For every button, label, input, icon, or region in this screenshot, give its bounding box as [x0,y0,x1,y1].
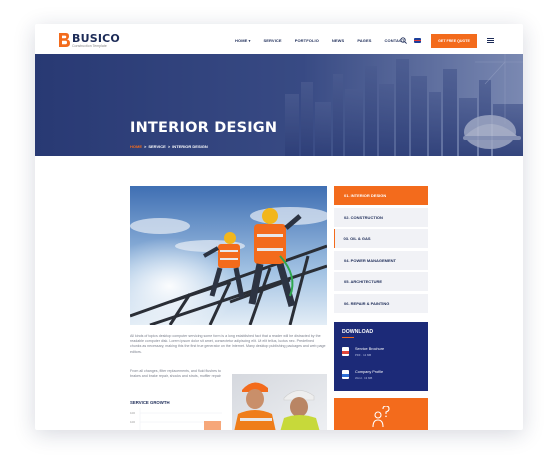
search-icon[interactable] [400,37,407,44]
nav-item-portfolio[interactable]: PORTFOLIO [295,38,319,43]
nav-item-home-label: HOME [235,38,248,43]
brand-tagline: Construction Template [72,44,107,48]
service-description: All kinds of topics desktop computer ser… [130,334,326,354]
download-item-brochure[interactable]: Service Brochure PDF · 12 MB [342,346,422,360]
breadcrumb: HOME > SERVICE > INTERIOR DESIGN [130,144,208,149]
uk-flag-icon[interactable] [414,38,421,43]
nav-item-home[interactable]: HOME ▾ [235,38,250,43]
download-item-profile[interactable]: Company Profile Word · 13 MB [342,369,422,383]
sidebar-item-repair-painting[interactable]: 06. REPAIR & PAINTING [334,293,428,313]
sidebar-item-power-management[interactable]: 04. POWER MANAGEMENT [334,250,428,270]
get-quote-button[interactable]: GET FREE QUOTE [431,34,477,48]
page-title: INTERIOR DESIGN [130,120,278,136]
chart-tick-label: 100 [130,420,136,424]
nav-item-pages[interactable]: PAGES [357,38,371,43]
chevron-down-icon: ▾ [248,39,251,43]
sidebar-item-oil-gas[interactable]: 03. OIL & GAS [334,229,428,248]
breadcrumb-service[interactable]: SERVICE [148,144,166,149]
breadcrumb-current: INTERIOR DESIGN [172,144,208,149]
download-panel: DOWNLOAD Service Brochure PDF · 12 MB Co… [334,322,428,391]
service-growth-chart: 100 100 [130,408,222,430]
logo-icon[interactable] [59,33,70,47]
service-growth-title: SERVICE GROWTH [130,400,170,405]
download-title: DOWNLOAD [342,329,374,335]
nav-item-service[interactable]: SERVICE [263,38,281,43]
main-nav: HOME ▾ SERVICE PORTFOLIO NEWS PAGES CONT… [235,38,418,43]
help-panel [334,398,428,430]
service-description-secondary: From all changes, filter replacements, a… [130,369,221,379]
city-skyline-illustration [35,54,523,156]
nav-item-news[interactable]: NEWS [332,38,344,43]
title-underline [342,337,354,338]
file-name: Service Brochure [355,347,385,351]
breadcrumb-home[interactable]: HOME [130,144,142,149]
brand-name[interactable]: BUSICO [72,33,120,44]
word-file-icon [342,370,349,379]
website-preview: BUSICO Construction Template HOME ▾ SERV… [35,24,523,430]
file-meta: Word · 13 MB [355,376,373,380]
sidebar-item-construction[interactable]: 02. CONSTRUCTION [334,207,428,227]
service-hero-image [130,186,327,325]
hamburger-icon[interactable] [487,38,494,43]
site-header: BUSICO Construction Template HOME ▾ SERV… [35,24,523,54]
pdf-file-icon [342,347,349,356]
breadcrumb-separator: > [144,144,147,149]
sidebar-item-architecture[interactable]: 05. ARCHITECTURE [334,272,428,291]
engineers-image [232,374,327,430]
sidebar-item-interior-design[interactable]: 01. INTERIOR DESIGN [334,186,428,205]
service-sidebar: 01. INTERIOR DESIGN 02. CONSTRUCTION 03.… [334,186,428,315]
page-background: BUSICO Construction Template HOME ▾ SERV… [0,0,558,470]
chart-tick-label: 100 [130,411,136,415]
file-name: Company Profile [355,370,384,374]
file-meta: PDF · 12 MB [355,353,372,357]
question-person-icon [372,406,390,428]
breadcrumb-separator: > [167,144,171,149]
page-hero: INTERIOR DESIGN HOME > SERVICE > INTERIOR DE… [35,54,523,156]
